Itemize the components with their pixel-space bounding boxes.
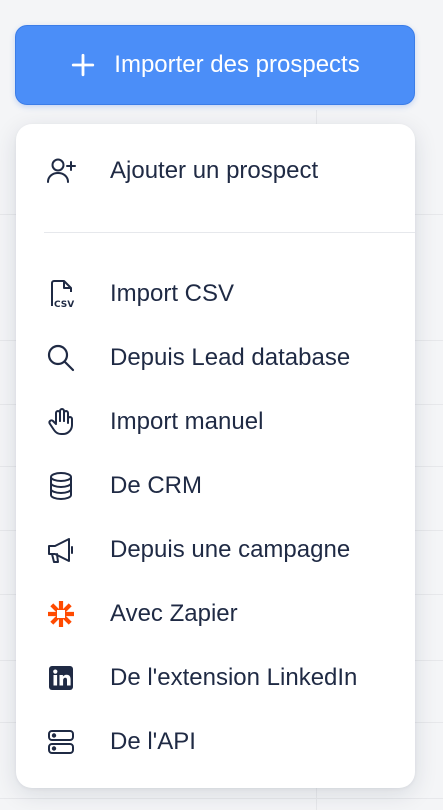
- csv-file-icon: CSV: [44, 277, 78, 311]
- menu-item-label: De l'extension LinkedIn: [110, 664, 358, 691]
- menu-item-campaign[interactable]: Depuis une campagne: [16, 522, 415, 578]
- menu-item-linkedin-extension[interactable]: De l'extension LinkedIn: [16, 650, 415, 706]
- menu-item-zapier[interactable]: Avec Zapier: [16, 586, 415, 642]
- menu-item-label: Depuis une campagne: [110, 536, 351, 563]
- menu-item-import-csv[interactable]: CSV Import CSV: [16, 266, 415, 322]
- user-plus-icon: [44, 154, 78, 188]
- menu-item-label: De l'API: [110, 728, 196, 755]
- menu-item-crm[interactable]: De CRM: [16, 458, 415, 514]
- search-icon: [44, 341, 78, 375]
- menu-item-label: Import CSV: [110, 280, 235, 307]
- menu-item-label: Ajouter un prospect: [110, 157, 319, 184]
- plus-icon: [72, 53, 95, 77]
- menu-item-label: Avec Zapier: [110, 600, 238, 627]
- menu-item-label: Import manuel: [110, 408, 264, 435]
- database-icon: [44, 469, 78, 503]
- zapier-icon: [44, 597, 78, 631]
- menu-item-lead-database[interactable]: Depuis Lead database: [16, 330, 415, 386]
- import-prospects-label: Importer des prospects: [114, 51, 360, 78]
- menu-item-label: De CRM: [110, 472, 203, 499]
- menu-item-manual-import[interactable]: Import manuel: [16, 394, 415, 450]
- import-dropdown-menu: Ajouter un prospect CSV Import CSV Depui…: [16, 124, 415, 788]
- linkedin-icon: [44, 661, 78, 695]
- megaphone-icon: [44, 533, 78, 567]
- menu-item-api[interactable]: De l'API: [16, 714, 415, 770]
- menu-divider: [44, 232, 415, 233]
- menu-item-label: Depuis Lead database: [110, 344, 351, 371]
- hand-icon: [44, 405, 78, 439]
- svg-text:CSV: CSV: [54, 300, 74, 310]
- menu-item-add-prospect[interactable]: Ajouter un prospect: [16, 143, 415, 199]
- server-icon: [44, 725, 78, 759]
- import-prospects-button[interactable]: Importer des prospects: [15, 25, 415, 105]
